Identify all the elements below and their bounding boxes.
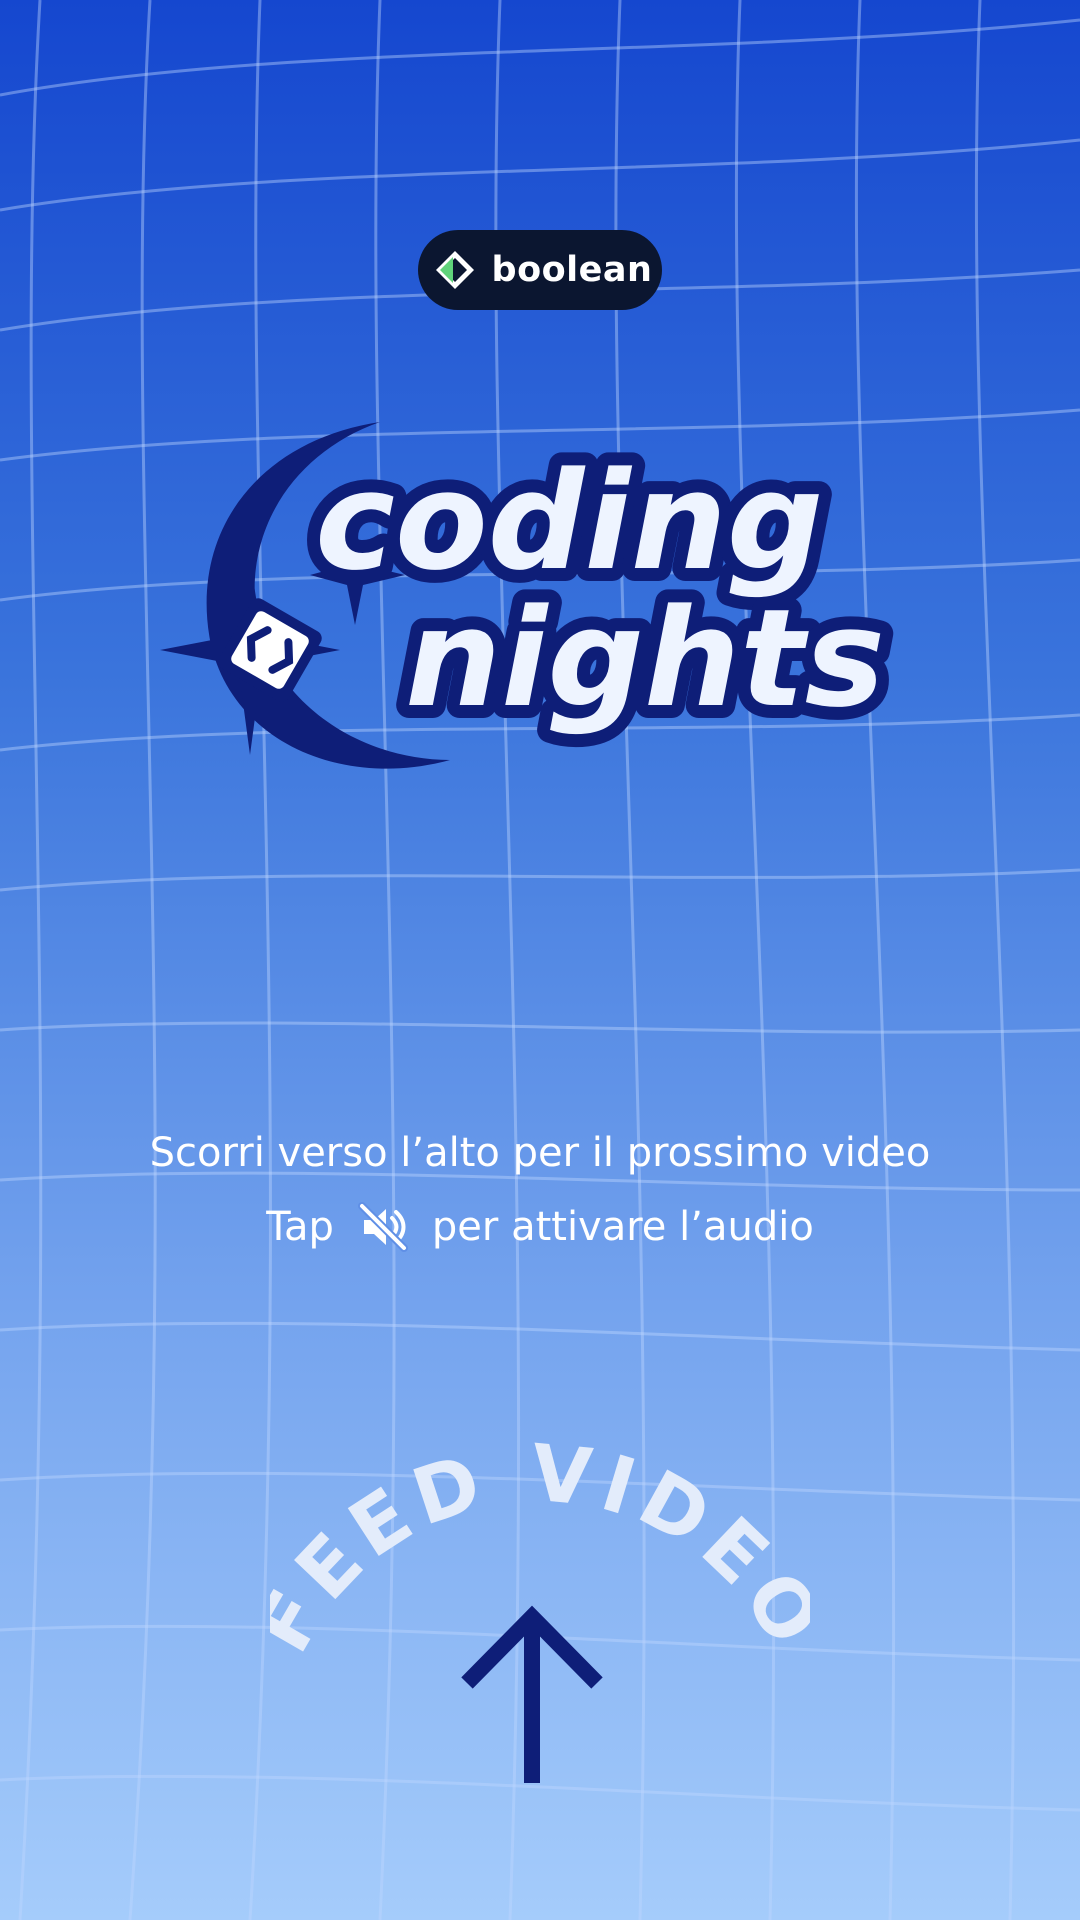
tap-suffix: per attivare l’audio bbox=[431, 1204, 814, 1250]
coding-nights-logo: coding nights bbox=[160, 422, 898, 769]
brand-badge: boolean bbox=[418, 230, 662, 310]
swipe-hint: Scorri verso l’alto per il prossimo vide… bbox=[149, 1130, 931, 1176]
diamond-code-icon bbox=[435, 251, 474, 289]
speaker-muted-icon[interactable] bbox=[356, 1200, 410, 1254]
arrow-up-icon[interactable] bbox=[455, 1605, 609, 1785]
tap-label: Tap bbox=[266, 1204, 334, 1250]
audio-hint: Tap per attivare l’audio bbox=[0, 1200, 1080, 1254]
brand-name: boolean bbox=[491, 250, 653, 290]
logo-word-nights: nights bbox=[405, 580, 885, 737]
logo-word-coding: coding bbox=[315, 443, 823, 600]
